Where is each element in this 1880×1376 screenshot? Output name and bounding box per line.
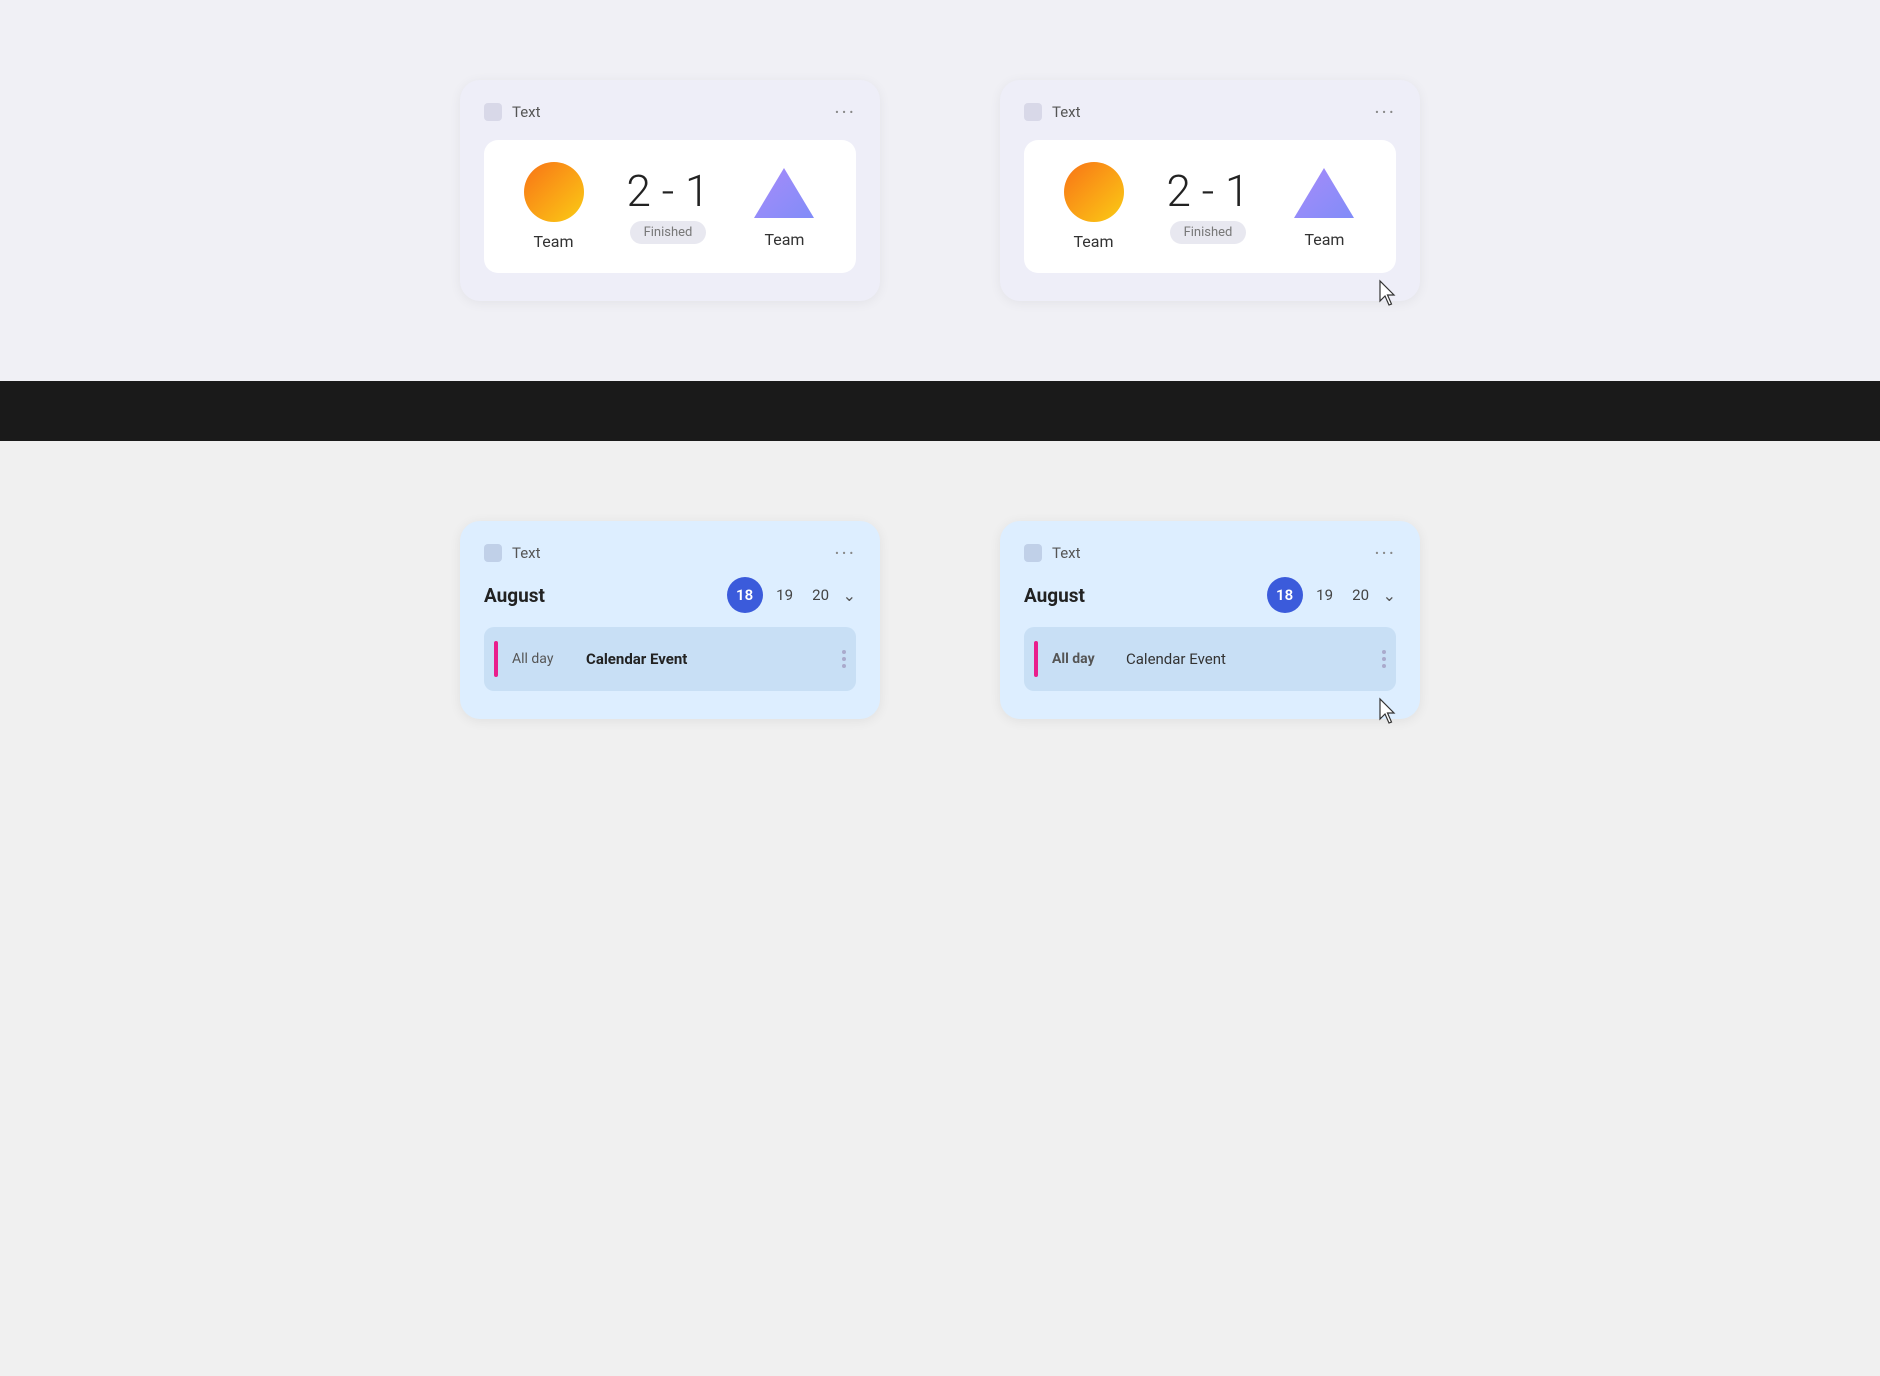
cal-card-2: Text ··· August 18 19 20 ⌄ All day Calen… <box>1000 521 1420 719</box>
cal-card-1-title: Text <box>512 544 541 562</box>
cal-card-1: Text ··· August 18 19 20 ⌄ All day Calen… <box>460 521 880 719</box>
score-card-1-checkbox[interactable] <box>484 103 502 121</box>
score-card-1-team1: Team <box>524 162 584 251</box>
score-card-2-center: 2 - 1 Finished <box>1167 169 1250 244</box>
cal-card-2-menu[interactable]: ··· <box>1374 543 1396 563</box>
score-card-1: Text ··· Team 2 - 1 Finished <box>460 80 880 301</box>
score-card-1-header: Text ··· <box>484 102 856 122</box>
team2-label: Team <box>764 230 804 249</box>
cal-event-title-2: Calendar Event <box>1126 650 1226 668</box>
score-card-2-title: Text <box>1052 103 1081 121</box>
score-card-2: Text ··· Team 2 - 1 Finished <box>1000 80 1420 301</box>
score-card-2-team2: Team <box>1292 164 1356 249</box>
cal-month-1: August <box>484 584 545 607</box>
team2-icon-2 <box>1292 164 1356 220</box>
cal-card-1-menu[interactable]: ··· <box>834 543 856 563</box>
score-card-1-title: Text <box>512 103 541 121</box>
cal-day-active-1[interactable]: 18 <box>727 577 763 613</box>
team1-label-2: Team <box>1074 232 1114 251</box>
cal-card-2-checkbox[interactable] <box>1024 544 1042 562</box>
cal-event-row-1: All day Calendar Event <box>484 627 856 691</box>
cal-event-title-1: Calendar Event <box>586 650 687 668</box>
team1-label: Team <box>534 232 574 251</box>
team1-icon-2 <box>1064 162 1124 222</box>
cal-card-1-header: Text ··· <box>484 543 856 563</box>
score-value: 2 - 1 <box>627 169 710 213</box>
cal-day-2-1[interactable]: 19 <box>771 586 799 604</box>
score-value-2: 2 - 1 <box>1167 169 1250 213</box>
cal-chevron-1[interactable]: ⌄ <box>843 586 856 605</box>
cal-event-dots-2[interactable] <box>1382 650 1386 668</box>
score-card-1-inner: Team 2 - 1 Finished <box>484 140 856 273</box>
score-status: Finished <box>630 221 707 244</box>
cal-card-2-date-row: August 18 19 20 ⌄ <box>1024 577 1396 613</box>
cal-event-bar-1 <box>494 641 498 677</box>
team2-label-2: Team <box>1304 230 1344 249</box>
team1-icon <box>524 162 584 222</box>
score-card-2-inner: Team 2 - 1 Finished <box>1024 140 1396 273</box>
score-card-2-team1: Team <box>1064 162 1124 251</box>
score-status-2: Finished <box>1170 221 1247 244</box>
cal-allday-2: All day <box>1052 651 1112 667</box>
cal-day-2-2[interactable]: 19 <box>1311 586 1339 604</box>
cal-day-3-2[interactable]: 20 <box>1347 586 1375 604</box>
cal-allday-1: All day <box>512 651 572 667</box>
cal-event-dots-1[interactable] <box>842 650 846 668</box>
cal-event-bar-2 <box>1034 641 1038 677</box>
score-card-2-menu[interactable]: ··· <box>1374 102 1396 122</box>
score-card-1-center: 2 - 1 Finished <box>627 169 710 244</box>
cal-chevron-2[interactable]: ⌄ <box>1383 586 1396 605</box>
cal-day-3-1[interactable]: 20 <box>807 586 835 604</box>
cal-event-row-2: All day Calendar Event <box>1024 627 1396 691</box>
cal-card-1-date-row: August 18 19 20 ⌄ <box>484 577 856 613</box>
score-card-2-header: Text ··· <box>1024 102 1396 122</box>
score-card-1-team2: Team <box>752 164 816 249</box>
cal-day-active-2[interactable]: 18 <box>1267 577 1303 613</box>
divider-bar <box>0 381 1880 441</box>
cal-card-2-header: Text ··· <box>1024 543 1396 563</box>
cal-card-1-checkbox[interactable] <box>484 544 502 562</box>
cal-days-1: 18 19 20 ⌄ <box>727 577 856 613</box>
team2-icon <box>752 164 816 220</box>
cal-card-2-title: Text <box>1052 544 1081 562</box>
score-card-1-menu[interactable]: ··· <box>834 102 856 122</box>
cal-month-2: August <box>1024 584 1085 607</box>
score-card-2-checkbox[interactable] <box>1024 103 1042 121</box>
cal-days-2: 18 19 20 ⌄ <box>1267 577 1396 613</box>
